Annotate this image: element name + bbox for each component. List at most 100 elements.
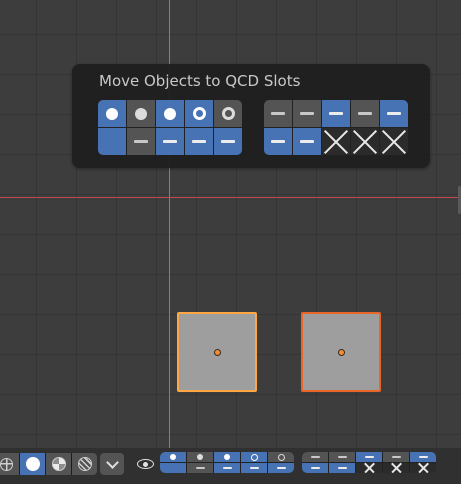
qcd-slot-4[interactable]	[185, 100, 213, 127]
dash-icon	[271, 112, 285, 115]
dash-icon	[310, 467, 320, 469]
qcd-slot-18[interactable]	[356, 463, 382, 473]
move-to-qcd-popup: Move Objects to QCD Slots	[72, 64, 430, 168]
cross-icon	[381, 129, 407, 155]
qcd-slot-15[interactable]	[380, 100, 408, 127]
dash-icon	[358, 112, 372, 115]
qcd-slot-19[interactable]	[383, 463, 409, 473]
qcd-slot-8[interactable]	[156, 128, 184, 155]
qcd-slot-9[interactable]	[241, 463, 267, 473]
qcd-slot-7[interactable]	[127, 128, 155, 155]
dash-icon	[329, 112, 343, 115]
qcd-slot-17[interactable]	[293, 128, 321, 155]
qcd-slot-13[interactable]	[322, 100, 350, 127]
qcd-slot-6[interactable]	[98, 128, 126, 155]
dash-icon	[134, 140, 148, 143]
qcd-slot-17[interactable]	[329, 463, 355, 473]
filled-dot-icon	[197, 454, 203, 460]
dash-icon	[337, 456, 347, 458]
qcd-slot-18[interactable]	[322, 128, 350, 155]
material-preview-button[interactable]	[46, 453, 71, 475]
ring-icon	[277, 453, 285, 461]
qcd-slot-7[interactable]	[187, 463, 213, 473]
filled-dot-icon	[106, 107, 118, 120]
qcd-slots-grid-11-20	[264, 100, 408, 155]
qcd-slot-14[interactable]	[383, 452, 409, 462]
rendered-shading-button[interactable]	[72, 453, 97, 475]
dash-icon	[300, 112, 314, 115]
dash-icon	[364, 456, 374, 458]
qcd-slot-15[interactable]	[410, 452, 436, 462]
active-cube-object[interactable]	[177, 312, 257, 392]
dash-icon	[163, 140, 177, 143]
qcd-slot-1[interactable]	[98, 100, 126, 127]
popup-title: Move Objects to QCD Slots	[99, 72, 301, 90]
dash-icon	[391, 456, 401, 458]
cross-icon	[352, 129, 378, 155]
qcd-slot-9[interactable]	[185, 128, 213, 155]
cross-icon	[364, 463, 375, 474]
qcd-slot-1[interactable]	[160, 452, 186, 462]
qcd-slot-11[interactable]	[264, 100, 292, 127]
qcd-slot-20[interactable]	[380, 128, 408, 155]
dash-icon	[387, 112, 401, 115]
qcd-slot-2[interactable]	[187, 452, 213, 462]
selected-cube-object[interactable]	[301, 312, 381, 392]
qcd-slot-12[interactable]	[329, 452, 355, 462]
dash-icon	[271, 140, 285, 143]
solid-shading-icon	[25, 457, 40, 471]
qcd-slot-5[interactable]	[214, 100, 242, 127]
qcd-slot-8[interactable]	[214, 463, 240, 473]
qcd-slot-10[interactable]	[268, 463, 294, 473]
qcd-slot-14[interactable]	[351, 100, 379, 127]
header-qcd-slots-11-20	[302, 452, 436, 473]
qcd-slot-12[interactable]	[293, 100, 321, 127]
header-qcd-slots-1-10	[160, 452, 294, 473]
dash-icon	[192, 140, 206, 143]
ring-icon	[250, 453, 258, 461]
rendered-shading-icon	[77, 457, 92, 471]
qcd-slot-3[interactable]	[214, 452, 240, 462]
qcd-slot-10[interactable]	[214, 128, 242, 155]
visibility-toggle[interactable]	[133, 453, 157, 475]
wireframe-shading-button[interactable]	[0, 453, 19, 475]
object-origin-icon	[214, 349, 221, 356]
dash-icon	[276, 467, 286, 469]
qcd-slot-11[interactable]	[302, 452, 328, 462]
dash-icon	[418, 456, 428, 458]
dash-icon	[337, 467, 347, 469]
filled-dot-icon	[135, 107, 147, 120]
qcd-slot-20[interactable]	[410, 463, 436, 473]
qcd-slot-3[interactable]	[156, 100, 184, 127]
dash-icon	[222, 467, 232, 469]
shading-options-dropdown[interactable]	[100, 453, 124, 475]
material-preview-icon	[51, 457, 66, 471]
x-axis-line	[0, 197, 461, 198]
qcd-slot-13[interactable]	[356, 452, 382, 462]
object-origin-icon	[338, 349, 345, 356]
qcd-slot-4[interactable]	[241, 452, 267, 462]
dash-icon	[195, 467, 205, 469]
filled-dot-icon	[170, 454, 176, 460]
cross-icon	[418, 463, 429, 474]
filled-dot-icon	[224, 454, 230, 460]
qcd-slot-6[interactable]	[160, 463, 186, 473]
qcd-slot-19[interactable]	[351, 128, 379, 155]
chevron-down-icon	[105, 455, 119, 469]
qcd-slots-grid-1-10	[98, 100, 242, 155]
eye-icon	[136, 459, 154, 469]
ring-icon	[221, 107, 235, 120]
dash-icon	[310, 456, 320, 458]
ring-icon	[192, 107, 206, 120]
cross-icon	[391, 463, 402, 474]
solid-shading-button[interactable]	[20, 453, 45, 475]
qcd-slot-16[interactable]	[264, 128, 292, 155]
dash-icon	[249, 467, 259, 469]
filled-dot-icon	[164, 107, 176, 120]
qcd-slot-16[interactable]	[302, 463, 328, 473]
qcd-slot-5[interactable]	[268, 452, 294, 462]
cross-icon	[323, 129, 349, 155]
shading-mode-selector	[0, 453, 97, 475]
dash-icon	[221, 140, 235, 143]
qcd-slot-2[interactable]	[127, 100, 155, 127]
